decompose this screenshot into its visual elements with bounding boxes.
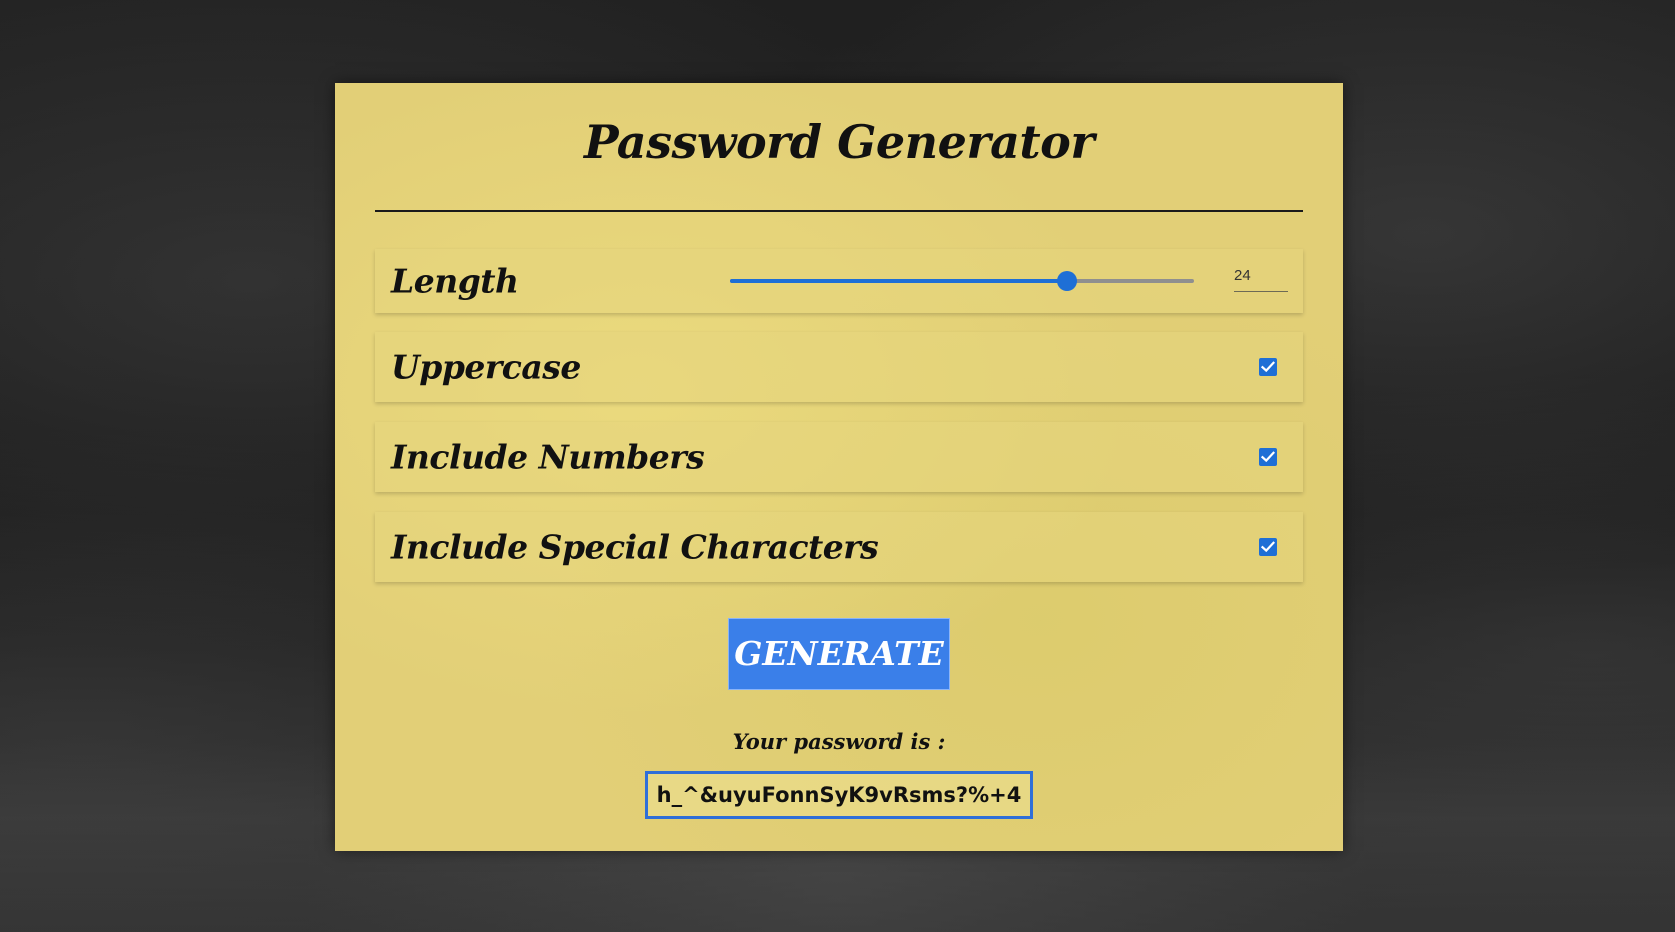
generator-panel: Password Generator Length 24 Uppercase I… — [335, 83, 1343, 851]
check-icon — [1261, 361, 1275, 373]
length-slider[interactable] — [730, 269, 1194, 293]
special-row: Include Special Characters — [375, 512, 1303, 582]
check-icon — [1261, 451, 1275, 463]
length-label: Length — [391, 261, 519, 301]
numbers-row: Include Numbers — [375, 422, 1303, 492]
generate-button[interactable]: GENERATE — [728, 618, 950, 690]
numbers-checkbox[interactable] — [1259, 448, 1277, 466]
page-title: Password Generator — [583, 115, 1095, 169]
uppercase-checkbox[interactable] — [1259, 358, 1277, 376]
password-label: Your password is : — [732, 729, 946, 754]
numbers-label: Include Numbers — [391, 437, 705, 477]
uppercase-row: Uppercase — [375, 332, 1303, 402]
title-divider — [375, 210, 1303, 212]
password-output[interactable]: h_^&uyuFonnSyK9vRsms?%+4 — [645, 771, 1033, 819]
length-input[interactable]: 24 — [1234, 264, 1288, 292]
uppercase-label: Uppercase — [391, 347, 581, 387]
special-label: Include Special Characters — [391, 527, 879, 567]
check-icon — [1261, 541, 1275, 553]
special-checkbox[interactable] — [1259, 538, 1277, 556]
slider-fill — [730, 279, 1067, 283]
length-row: Length 24 — [375, 249, 1303, 313]
slider-thumb[interactable] — [1056, 271, 1077, 291]
